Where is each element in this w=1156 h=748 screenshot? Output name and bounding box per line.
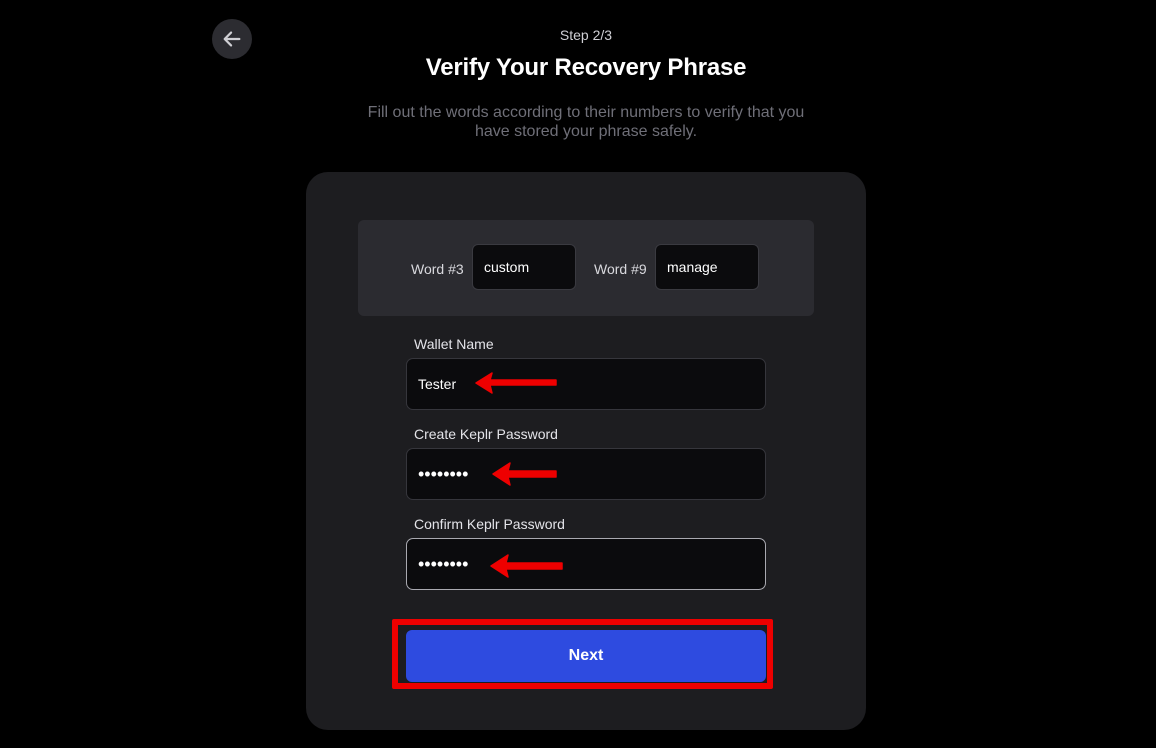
word-3-input[interactable] — [472, 244, 576, 290]
verify-card: Word #3 Word #9 Wallet Name Create Keplr… — [306, 172, 866, 730]
page: Step 2/3 Verify Your Recovery Phrase Fil… — [0, 0, 1156, 748]
word-9-label: Word #9 — [594, 261, 647, 277]
next-button[interactable]: Next — [406, 630, 766, 682]
confirm-password-input[interactable] — [406, 538, 766, 590]
page-title: Verify Your Recovery Phrase — [425, 54, 747, 81]
password-input[interactable] — [406, 448, 766, 500]
step-indicator: Step 2/3 — [559, 27, 613, 43]
word-3-label: Word #3 — [411, 261, 464, 277]
page-subtitle: Fill out the words according to their nu… — [367, 104, 805, 140]
password-label: Create Keplr Password — [414, 426, 558, 442]
wallet-name-label: Wallet Name — [414, 336, 494, 352]
word-verification-panel: Word #3 Word #9 — [358, 220, 814, 316]
word-9-input[interactable] — [655, 244, 759, 290]
confirm-password-label: Confirm Keplr Password — [414, 516, 565, 532]
wallet-name-input[interactable] — [406, 358, 766, 410]
